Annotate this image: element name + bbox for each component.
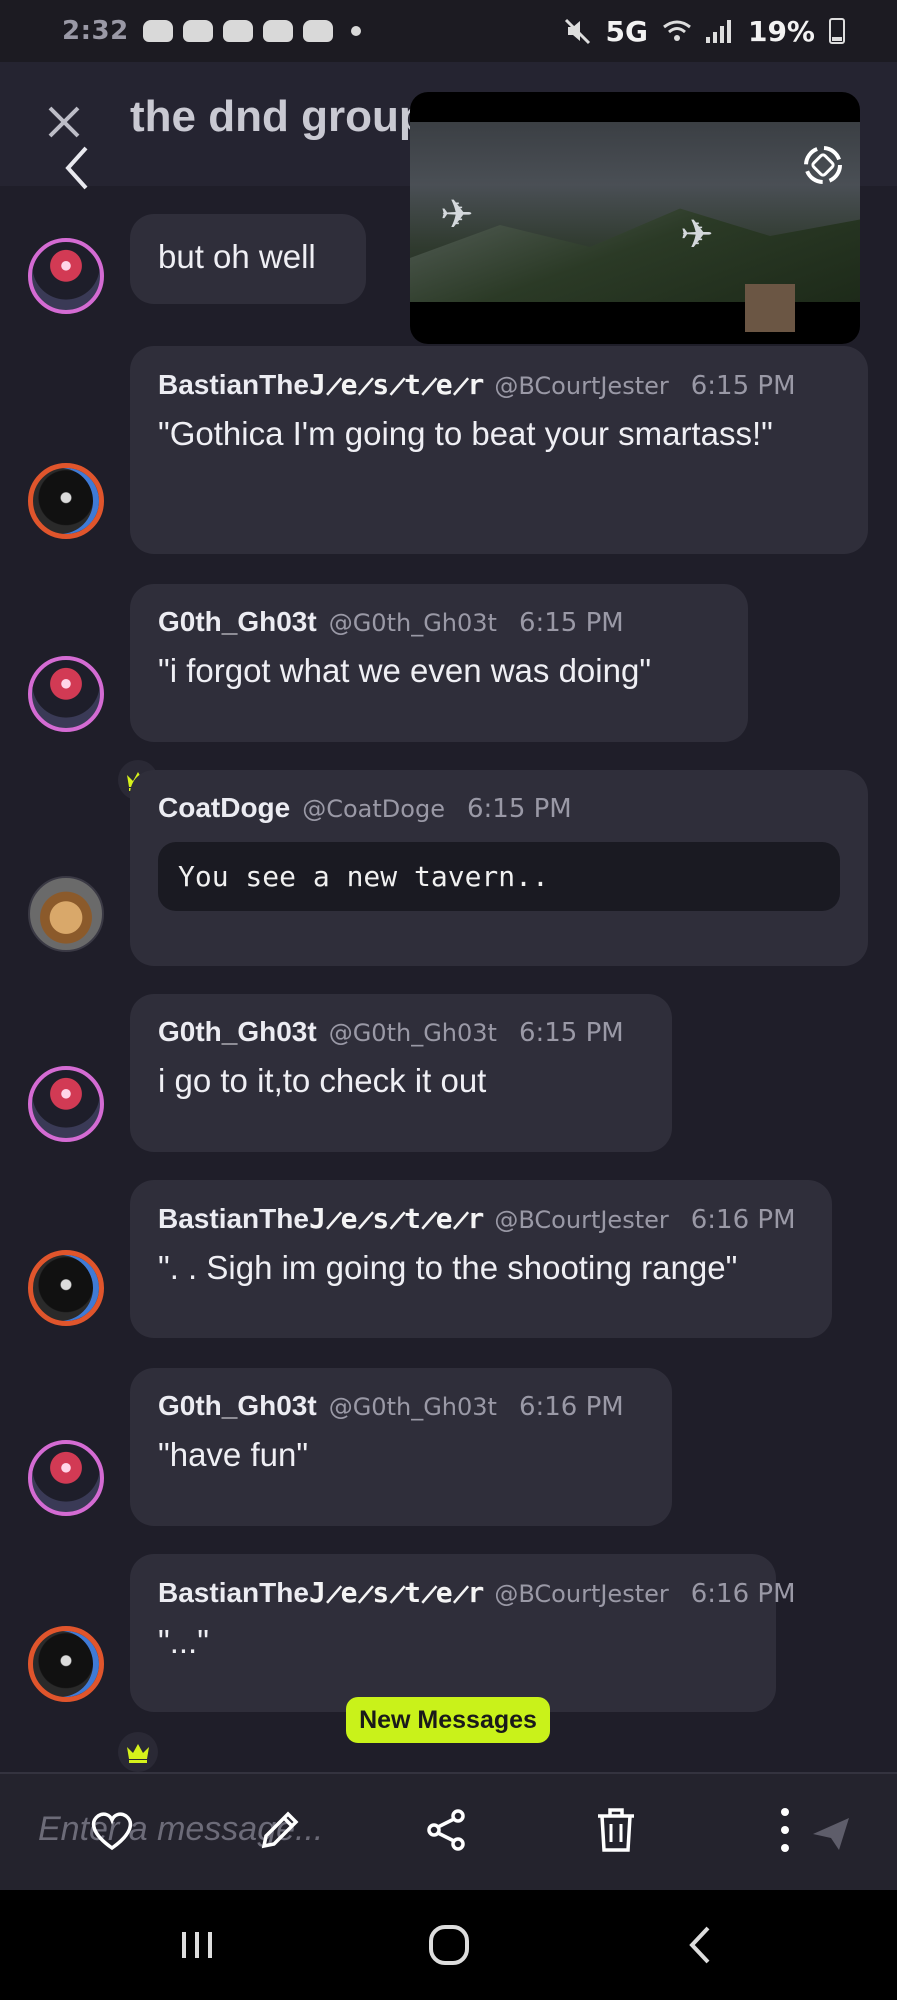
system-nav-bar [0, 1890, 897, 2000]
message-text: but oh well [158, 238, 316, 275]
signal-icon [705, 20, 731, 43]
author-handle: @G0th_Gh03t [328, 1393, 497, 1421]
pencil-icon[interactable] [254, 1804, 306, 1856]
message-time: 6:15 PM [690, 371, 796, 401]
author-name[interactable]: BastianTheJ̷e̷s̷t̷e̷r [158, 1576, 484, 1609]
author-handle: @CoatDoge [302, 795, 445, 823]
app-notification-icon [182, 20, 213, 42]
author-name[interactable]: BastianTheJ̷e̷s̷t̷e̷r [158, 1202, 484, 1235]
recent-apps-icon[interactable] [172, 1920, 222, 1970]
new-messages-button[interactable]: New Messages [346, 1697, 550, 1743]
message-text: i go to it,to check it out [158, 1062, 487, 1099]
share-icon[interactable] [420, 1804, 472, 1856]
author-name-glitch: J̷e̷s̷t̷e̷r [308, 1576, 484, 1609]
mute-icon [564, 18, 590, 45]
author-handle: @G0th_Gh03t [328, 1019, 497, 1047]
app-notification-icon [302, 20, 333, 42]
message-text: "i forgot what we even was doing" [158, 652, 652, 689]
message-time: 6:15 PM [518, 608, 624, 638]
home-icon[interactable] [424, 1920, 474, 1970]
message-text: "..." [158, 1623, 209, 1660]
author-name[interactable]: CoatDoge [158, 792, 290, 824]
video-overlay[interactable]: ✈ ✈ [410, 92, 860, 344]
heart-icon[interactable] [86, 1804, 138, 1856]
message-time: 6:16 PM [690, 1579, 796, 1609]
crown-badge [118, 1732, 158, 1772]
wifi-icon [663, 20, 691, 41]
message-bubble[interactable]: BastianTheJ̷e̷s̷t̷e̷r @BCourtJester 6:16… [130, 1554, 796, 1712]
avatar[interactable] [28, 1626, 104, 1702]
avatar[interactable] [28, 238, 104, 314]
code-block: You see a new tavern.. [158, 842, 840, 911]
author-name[interactable]: G0th_Gh03t [158, 1016, 317, 1048]
video-block-object [745, 284, 795, 332]
author-handle: @BCourtJester [494, 1580, 669, 1608]
aircraft-icon: ✈ [680, 212, 714, 258]
battery-icon [829, 18, 845, 44]
message-text: "Gothica I'm going to beat your smartass… [158, 415, 773, 452]
author-handle: @G0th_Gh03t [328, 609, 497, 637]
message-bubble[interactable]: G0th_Gh03t @G0th_Gh03t 6:15 PM "i forgot… [130, 584, 748, 742]
author-name[interactable]: G0th_Gh03t [158, 1390, 317, 1422]
message-bubble[interactable]: BastianTheJ̷e̷s̷t̷e̷r @BCourtJester 6:15… [130, 346, 868, 554]
author-name[interactable]: G0th_Gh03t [158, 606, 317, 638]
message-time: 6:16 PM [518, 1392, 624, 1422]
message-bubble[interactable]: G0th_Gh03t @G0th_Gh03t 6:15 PM i go to i… [130, 994, 672, 1152]
message-meta: CoatDoge @CoatDoge 6:15 PM [158, 792, 840, 824]
app-notification-icon [222, 20, 253, 42]
status-time: 2:32 [62, 16, 129, 46]
author-name-glitch: J̷e̷s̷t̷e̷r [308, 1202, 484, 1235]
message-meta: BastianTheJ̷e̷s̷t̷e̷r @BCourtJester 6:16… [158, 1202, 804, 1235]
message-bubble[interactable]: but oh well [130, 214, 366, 304]
chat-title: the dnd group [130, 92, 415, 141]
notification-icons [142, 20, 361, 42]
avatar[interactable] [28, 1066, 104, 1142]
rotate-icon[interactable] [800, 142, 846, 188]
message-composer: Enter a message... [0, 1772, 897, 1890]
avatar[interactable] [28, 1250, 104, 1326]
message-text: ". . Sigh im going to the shooting range… [158, 1249, 738, 1286]
message-meta: G0th_Gh03t @G0th_Gh03t 6:15 PM [158, 1016, 644, 1048]
message-meta: G0th_Gh03t @G0th_Gh03t 6:15 PM [158, 606, 720, 638]
message-meta: G0th_Gh03t @G0th_Gh03t 6:16 PM [158, 1390, 644, 1422]
trash-icon[interactable] [590, 1804, 642, 1856]
message-time: 6:15 PM [466, 794, 572, 824]
status-bar: 2:32 5G 19% [0, 0, 897, 62]
message-text: "have fun" [158, 1436, 309, 1473]
video-frame: ✈ ✈ [410, 122, 860, 332]
message-time: 6:15 PM [518, 1018, 624, 1048]
back-icon[interactable] [64, 144, 90, 192]
network-type: 5G [605, 14, 648, 48]
system-indicators: 5G 19% [564, 14, 845, 48]
avatar[interactable] [28, 876, 104, 952]
author-handle: @BCourtJester [494, 1206, 669, 1234]
message-meta: BastianTheJ̷e̷s̷t̷e̷r @BCourtJester 6:15… [158, 368, 840, 401]
nav-back-icon[interactable] [676, 1920, 726, 1970]
author-name-glitch: J̷e̷s̷t̷e̷r [308, 368, 484, 401]
message-bubble[interactable]: BastianTheJ̷e̷s̷t̷e̷r @BCourtJester 6:16… [130, 1180, 832, 1338]
close-icon[interactable] [44, 102, 84, 142]
message-bubble[interactable]: CoatDoge @CoatDoge 6:15 PM You see a new… [130, 770, 868, 966]
app-notification-icon [142, 20, 173, 42]
aircraft-icon: ✈ [440, 192, 474, 238]
author-name[interactable]: BastianTheJ̷e̷s̷t̷e̷r [158, 368, 484, 401]
more-notifications-dot [350, 26, 361, 36]
crown-icon [127, 1744, 149, 1763]
avatar[interactable] [28, 463, 104, 539]
app-notification-icon [262, 20, 293, 42]
send-icon[interactable] [811, 1814, 851, 1854]
message-time: 6:16 PM [690, 1205, 796, 1235]
more-icon[interactable] [760, 1804, 810, 1856]
avatar[interactable] [28, 1440, 104, 1516]
avatar[interactable] [28, 656, 104, 732]
message-bubble[interactable]: G0th_Gh03t @G0th_Gh03t 6:16 PM "have fun… [130, 1368, 672, 1526]
author-handle: @BCourtJester [494, 372, 669, 400]
message-meta: BastianTheJ̷e̷s̷t̷e̷r @BCourtJester 6:16… [158, 1576, 796, 1609]
battery-level: 19% [747, 14, 815, 48]
